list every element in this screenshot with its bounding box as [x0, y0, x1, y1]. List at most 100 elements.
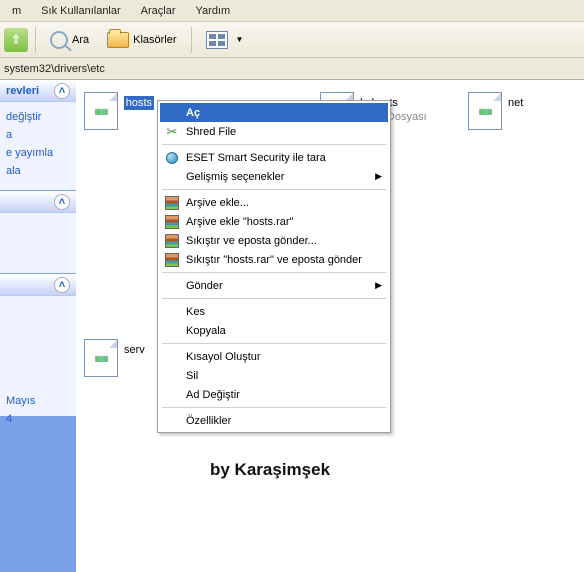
chevron-up-icon[interactable]: ˄	[54, 194, 70, 210]
cm-copy[interactable]: Kopyala	[160, 321, 388, 340]
sidebar-details-panel: ˄ Mayıs 4	[0, 274, 76, 417]
separator	[162, 407, 386, 408]
separator	[162, 189, 386, 190]
views-button[interactable]: ▼	[199, 27, 251, 53]
file-name: hosts	[124, 96, 154, 110]
sidebar-tasks-title: revleri	[6, 85, 39, 97]
file-icon: ▦▦	[84, 339, 118, 377]
sidebar-detail-line2: 4	[6, 410, 70, 428]
cm-advanced-options[interactable]: Gelişmiş seçenekler ▶	[160, 167, 388, 186]
cm-send-to[interactable]: Gönder ▶	[160, 276, 388, 295]
submenu-arrow-icon: ▶	[375, 171, 382, 182]
separator	[162, 144, 386, 145]
rar-icon	[164, 214, 180, 230]
separator	[162, 272, 386, 273]
cm-eset-label: ESET Smart Security ile tara	[186, 152, 326, 164]
context-menu: Aç ✂ Shred File ESET Smart Security ile …	[157, 100, 391, 433]
sidebar-detail-date: Mayıs	[6, 392, 70, 410]
menu-item-tools[interactable]: Araçlar	[131, 2, 186, 20]
cm-shred[interactable]: ✂ Shred File	[160, 122, 388, 141]
search-button[interactable]: Ara	[43, 27, 96, 53]
file-name: net	[508, 96, 523, 110]
cm-eset-scan[interactable]: ESET Smart Security ile tara	[160, 148, 388, 167]
sidebar-task-link[interactable]: a	[6, 126, 70, 144]
cm-shortcut-label: Kısayol Oluştur	[186, 351, 261, 363]
cm-create-shortcut[interactable]: Kısayol Oluştur	[160, 347, 388, 366]
cm-add-archive-hosts[interactable]: Arşive ekle "hosts.rar"	[160, 212, 388, 231]
address-bar[interactable]: system32\drivers\etc	[0, 58, 584, 80]
file-item-serv[interactable]: ▦▦ serv	[84, 339, 154, 377]
file-icon: ▦▦	[84, 92, 118, 130]
blank-icon	[164, 368, 180, 384]
cm-open-label: Aç	[186, 107, 200, 119]
menu-item-help[interactable]: Yardım	[186, 2, 241, 20]
cm-arc2-label: Arşive ekle "hosts.rar"	[186, 216, 293, 228]
watermark-text: by Karaşimşek	[210, 460, 330, 480]
menu-item[interactable]: m	[2, 2, 31, 20]
eset-icon	[164, 150, 180, 166]
blank-icon	[164, 323, 180, 339]
chevron-up-icon[interactable]: ˄	[54, 277, 70, 293]
cm-arc1-label: Arşive ekle...	[186, 197, 249, 209]
file-item-net[interactable]: ▦▦ net	[468, 92, 528, 130]
sidebar-tasks-header[interactable]: revleri ˄	[0, 80, 76, 102]
up-arrow-icon: ⇧	[7, 31, 25, 49]
search-label: Ara	[72, 34, 89, 46]
cm-cut-label: Kes	[186, 306, 205, 318]
cm-sendto-label: Gönder	[186, 280, 223, 292]
cm-compress-hosts-email[interactable]: Sıkıştır "hosts.rar" ve eposta gönder	[160, 250, 388, 269]
sidebar-places-body	[0, 213, 76, 273]
blank-icon	[164, 105, 180, 121]
menu-bar: m Sık Kullanılanlar Araçlar Yardım	[0, 0, 584, 22]
menu-item-favorites[interactable]: Sık Kullanılanlar	[31, 2, 131, 20]
blank-icon	[164, 349, 180, 365]
cm-open[interactable]: Aç	[160, 103, 388, 122]
sidebar-task-link[interactable]: e yayımla	[6, 144, 70, 162]
shred-icon: ✂	[164, 124, 180, 140]
cm-delete-label: Sil	[186, 370, 198, 382]
file-name: serv	[124, 343, 145, 357]
sidebar-places-header[interactable]: ˄	[0, 191, 76, 213]
nav-up-button[interactable]: ⇧	[4, 28, 28, 52]
cm-compress-email[interactable]: Sıkıştır ve eposta gönder...	[160, 231, 388, 250]
sidebar-details-body: Mayıs 4	[0, 296, 76, 416]
folders-button[interactable]: Klasörler	[100, 28, 183, 52]
cm-copy-label: Kopyala	[186, 325, 226, 337]
rar-icon	[164, 233, 180, 249]
cm-shred-label: Shred File	[186, 126, 236, 138]
blank-icon	[164, 169, 180, 185]
sidebar: revleri ˄ değiştir a e yayımla ala ˄ ˄	[0, 80, 76, 572]
cm-properties[interactable]: Özellikler	[160, 411, 388, 430]
cm-advanced-label: Gelişmiş seçenekler	[186, 171, 284, 183]
separator	[35, 27, 36, 53]
folders-label: Klasörler	[133, 34, 176, 46]
rar-icon	[164, 195, 180, 211]
sidebar-task-link[interactable]: ala	[6, 162, 70, 180]
submenu-arrow-icon: ▶	[375, 280, 382, 291]
blank-icon	[164, 304, 180, 320]
cm-arc3-label: Sıkıştır ve eposta gönder...	[186, 235, 317, 247]
file-icon: ▦▦	[468, 92, 502, 130]
sidebar-places-panel: ˄	[0, 191, 76, 274]
views-icon	[206, 31, 228, 49]
sidebar-tasks-panel: revleri ˄ değiştir a e yayımla ala	[0, 80, 76, 191]
cm-rename[interactable]: Ad Değiştir	[160, 385, 388, 404]
cm-add-archive[interactable]: Arşive ekle...	[160, 193, 388, 212]
file-item-hosts[interactable]: ▦▦ hosts	[84, 92, 154, 130]
cm-cut[interactable]: Kes	[160, 302, 388, 321]
chevron-up-icon[interactable]: ˄	[54, 83, 70, 99]
separator	[162, 343, 386, 344]
separator	[191, 27, 192, 53]
blank-icon	[164, 387, 180, 403]
sidebar-details-header[interactable]: ˄	[0, 274, 76, 296]
sidebar-task-link[interactable]: değiştir	[6, 108, 70, 126]
cm-delete[interactable]: Sil	[160, 366, 388, 385]
toolbar: ⇧ Ara Klasörler ▼	[0, 22, 584, 58]
folders-icon	[107, 32, 129, 48]
blank-icon	[164, 413, 180, 429]
cm-props-label: Özellikler	[186, 415, 231, 427]
separator	[162, 298, 386, 299]
cm-arc4-label: Sıkıştır "hosts.rar" ve eposta gönder	[186, 254, 362, 266]
address-path: system32\drivers\etc	[4, 63, 105, 75]
sidebar-tasks-body: değiştir a e yayımla ala	[0, 102, 76, 190]
